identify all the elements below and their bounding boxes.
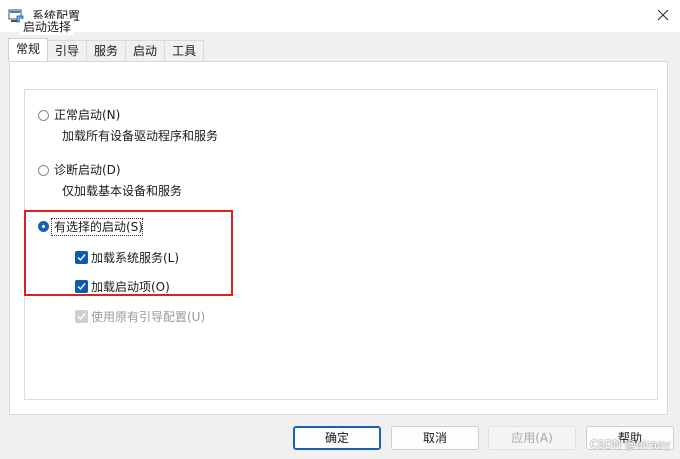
diagnostic-startup-description: 仅加载基本设备和服务: [62, 184, 183, 198]
use-original-boot-config-label: 使用原有引导配置(U): [91, 310, 206, 324]
apply-button: 应用(A): [488, 426, 576, 450]
checkmark-icon: [77, 313, 86, 321]
title-bar: 系统配置: [0, 0, 680, 32]
normal-startup-label[interactable]: 正常启动(N): [54, 107, 120, 123]
tab-startup[interactable]: 启动: [125, 40, 166, 61]
system-config-window: 系统配置 常规 引导 服务 启动 工具 启动选择 正常启动(N) 加载所有设备驱…: [0, 0, 680, 459]
tab-boot[interactable]: 引导: [47, 40, 88, 61]
normal-startup-radio[interactable]: [38, 110, 49, 121]
tab-strip: 常规 引导 服务 启动 工具: [8, 38, 205, 62]
close-button[interactable]: [646, 0, 680, 32]
tab-services[interactable]: 服务: [86, 40, 127, 61]
normal-startup-description: 加载所有设备驱动程序和服务: [62, 129, 219, 143]
tab-tools[interactable]: 工具: [164, 40, 205, 61]
use-original-boot-config-checkbox: [75, 310, 88, 323]
ok-button[interactable]: 确定: [293, 426, 381, 450]
cancel-button[interactable]: 取消: [391, 426, 479, 450]
annotation-highlight-box: [24, 210, 233, 296]
diagnostic-startup-radio[interactable]: [38, 165, 49, 176]
watermark: CSDN @eiraoy: [590, 438, 671, 451]
tab-general[interactable]: 常规: [8, 38, 49, 61]
diagnostic-startup-label[interactable]: 诊断启动(D): [54, 162, 121, 178]
close-icon: [657, 9, 669, 24]
group-title: 启动选择: [20, 19, 75, 35]
